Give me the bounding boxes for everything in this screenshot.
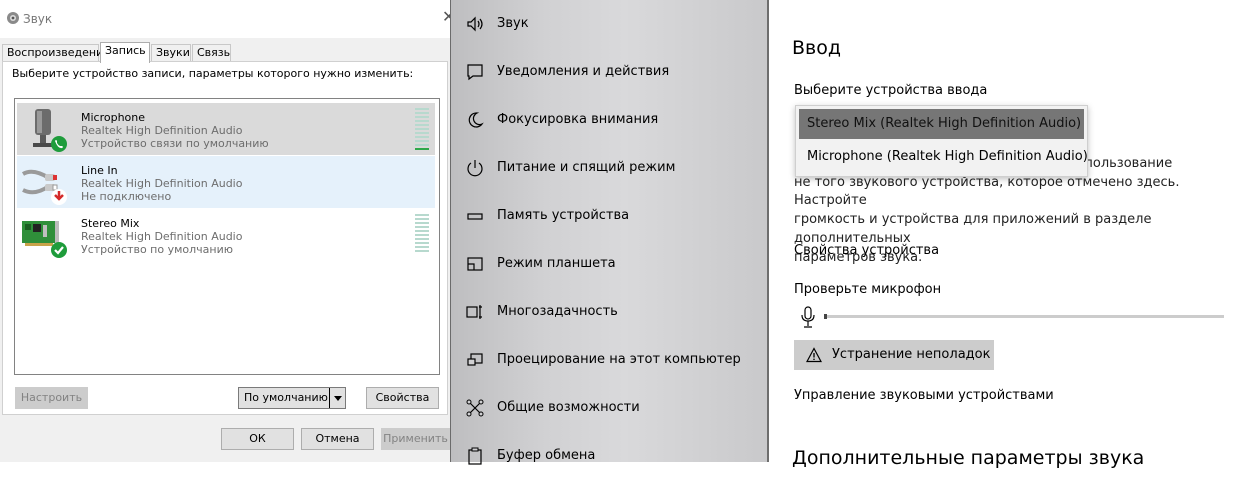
set-default-label: По умолчанию: [244, 391, 328, 404]
storage-icon: [467, 213, 483, 220]
nav-item-notifications[interactable]: Уведомления и действия: [451, 53, 767, 93]
nav-item-label: Режим планшета: [497, 256, 616, 271]
level-meter: [415, 108, 429, 150]
nav-item-label: Уведомления и действия: [497, 64, 670, 79]
warning-icon: [806, 347, 822, 363]
nav-item-clipboard[interactable]: Буфер обмена: [451, 437, 767, 477]
line-in-jack-icon: [21, 169, 67, 205]
checkmark-badge-icon: [51, 242, 67, 258]
info-line: не того звукового устройства, которое от…: [794, 174, 1180, 209]
microphone-icon: [33, 109, 67, 152]
set-default-split-button[interactable]: По умолчанию: [238, 387, 346, 409]
device-status: Устройство связи по умолчанию: [81, 137, 269, 150]
mic-level-fill: [824, 314, 827, 319]
phone-badge-icon: [51, 136, 67, 152]
device-row-line-in[interactable]: Line In Realtek High Definition Audio Не…: [17, 156, 435, 208]
close-icon[interactable]: ✕: [442, 9, 450, 25]
speaker-icon: [467, 16, 483, 32]
device-row-microphone[interactable]: Microphone Realtek High Definition Audio…: [17, 103, 435, 155]
nav-item-tablet-mode[interactable]: Режим планшета: [451, 245, 767, 285]
device-name: Stereo Mix: [81, 217, 140, 230]
notification-icon: [467, 64, 483, 81]
mic-level-meter: [824, 315, 1224, 318]
microphone-icon: [801, 306, 815, 328]
nav-item-label: Фокусировка внимания: [497, 112, 659, 127]
projecting-icon: [467, 353, 483, 366]
multitasking-icon: [466, 305, 482, 319]
tab-playback[interactable]: Воспроизведение: [2, 44, 110, 62]
manage-devices-link[interactable]: Управление звуковыми устройствами: [794, 388, 1054, 403]
nav-item-multitasking[interactable]: Многозадачность: [451, 293, 767, 333]
nav-item-label: Общие возможности: [497, 400, 640, 415]
device-status: Устройство по умолчанию: [81, 243, 234, 256]
nav-item-power-sleep[interactable]: Питание и спящий режим: [451, 149, 767, 189]
tab-communications[interactable]: Связь: [192, 44, 231, 62]
device-driver: Realtek High Definition Audio: [81, 177, 243, 190]
input-section-title: Ввод: [792, 37, 841, 59]
advanced-settings-heading: Дополнительные параметры звука: [792, 447, 1145, 469]
dropdown-option-stereo-mix[interactable]: Stereo Mix (Realtek High Definition Audi…: [799, 109, 1084, 139]
device-name: Line In: [81, 164, 118, 177]
configure-button[interactable]: Настроить: [15, 387, 88, 409]
dialog-titlebar: Звук ✕: [0, 0, 450, 38]
speaker-app-icon: [7, 12, 19, 24]
shared-experiences-icon: [466, 399, 484, 417]
properties-button[interactable]: Свойства: [366, 387, 439, 409]
ok-button[interactable]: ОК: [221, 428, 294, 450]
nav-item-label: Питание и спящий режим: [497, 160, 676, 175]
nav-item-label: Проецирование на этот компьютер: [497, 352, 741, 367]
nav-item-label: Звук: [497, 16, 529, 31]
nav-item-projecting[interactable]: Проецирование на этот компьютер: [451, 341, 767, 381]
moon-icon: [468, 112, 484, 128]
apply-button[interactable]: Применить: [381, 428, 450, 450]
recording-device-list[interactable]: Microphone Realtek High Definition Audio…: [14, 98, 440, 375]
nav-item-storage[interactable]: Память устройства: [451, 197, 767, 237]
dropdown-option-microphone[interactable]: Microphone (Realtek High Definition Audi…: [796, 141, 1088, 173]
troubleshoot-label: Устранение неполадок: [832, 347, 991, 362]
device-driver: Realtek High Definition Audio: [81, 124, 243, 137]
sound-settings-content: Ввод Выберите устройства ввода роено исп…: [769, 0, 1248, 469]
tab-recording[interactable]: Запись: [100, 42, 150, 63]
clipboard-icon: [468, 447, 482, 465]
cancel-button[interactable]: Отмена: [301, 428, 374, 450]
nav-item-label: Многозадачность: [497, 304, 618, 319]
device-status: Не подключено: [81, 190, 172, 203]
choose-input-label: Выберите устройства ввода: [794, 83, 988, 98]
instruction-text: Выберите устройство записи, параметры ко…: [12, 67, 414, 80]
nav-item-label: Буфер обмена: [497, 448, 596, 463]
test-mic-label: Проверьте микрофон: [794, 282, 942, 297]
level-meter: [415, 214, 429, 256]
nav-item-shared-experiences[interactable]: Общие возможности: [451, 389, 767, 429]
dialog-title: Звук: [23, 12, 53, 26]
sound-dialog: Звук ✕ Воспроизведение Запись Звуки Связ…: [0, 0, 451, 462]
input-device-dropdown-list[interactable]: Stereo Mix (Realtek High Definition Audi…: [795, 105, 1088, 177]
device-properties-link[interactable]: Свойства устройства: [794, 243, 939, 258]
device-row-stereo-mix[interactable]: Stereo Mix Realtek High Definition Audio…: [17, 209, 435, 261]
sound-card-icon: [22, 221, 67, 258]
power-icon: [467, 160, 483, 177]
chevron-down-icon[interactable]: [329, 388, 345, 408]
nav-item-label: Память устройства: [497, 208, 630, 223]
settings-nav: Звук Уведомления и действия Фокусировка …: [451, 0, 767, 465]
tab-sounds[interactable]: Звуки: [151, 44, 191, 62]
nav-item-focus-assist[interactable]: Фокусировка внимания: [451, 101, 767, 141]
device-driver: Realtek High Definition Audio: [81, 230, 243, 243]
nav-item-sound[interactable]: Звук: [451, 5, 767, 45]
tablet-mode-icon: [467, 257, 483, 271]
device-name: Microphone: [81, 111, 146, 124]
troubleshoot-button[interactable]: Устранение неполадок: [794, 340, 994, 370]
